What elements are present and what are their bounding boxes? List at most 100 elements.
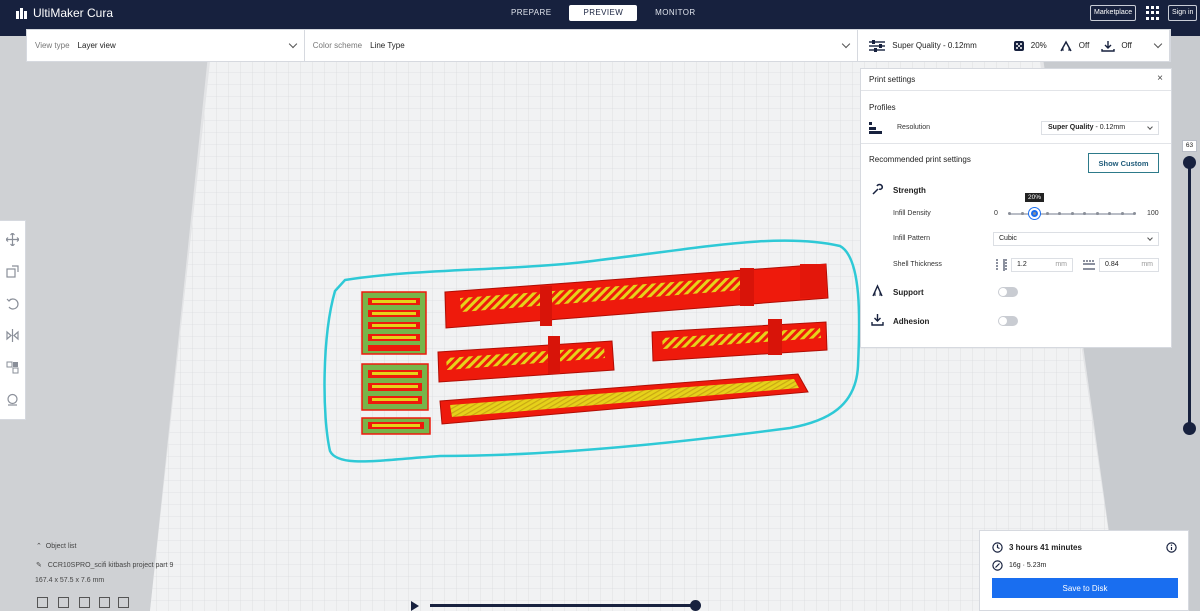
pencil-icon: ✎	[36, 562, 42, 569]
view-top-icon[interactable]	[79, 597, 90, 608]
rotate-icon[interactable]	[6, 297, 19, 310]
panel-title: Print settings	[869, 75, 916, 84]
tab-preview[interactable]: PREVIEW	[569, 5, 638, 21]
object-list-toggle[interactable]: ⌃ Object list	[36, 542, 77, 550]
color-scheme-label: Color scheme	[312, 41, 363, 50]
small-part-3	[361, 417, 431, 435]
tab-prepare[interactable]: PREPARE	[497, 5, 565, 21]
slider-tick	[1058, 212, 1061, 215]
view-type-label: View type	[35, 41, 70, 50]
layer-slider-bottom-handle[interactable]	[1183, 422, 1196, 435]
print-time: 3 hours 41 minutes	[1009, 543, 1082, 552]
slider-tick	[1120, 212, 1124, 215]
marketplace-button[interactable]: Marketplace	[1090, 5, 1137, 21]
material-usage: 16g · 5.23m	[1009, 562, 1047, 569]
support-blocker-icon[interactable]	[6, 393, 19, 406]
sliders-icon	[869, 39, 886, 52]
view-right-icon[interactable]	[118, 597, 129, 608]
chevron-down-icon	[288, 39, 298, 49]
support-label: Support	[893, 288, 924, 297]
chevron-down-icon	[1147, 124, 1153, 130]
infill-max-label: 100	[1147, 210, 1159, 217]
infill-icon	[1013, 40, 1024, 51]
shell-thickness-label: Shell Thickness	[893, 261, 942, 268]
top-bar: UltiMaker Cura PREPARE PREVIEW MONITOR M…	[0, 0, 1200, 28]
adhesion-toggle[interactable]	[998, 316, 1018, 326]
wall-thickness-value: 1.2	[1017, 261, 1027, 268]
small-part-group-2	[361, 363, 429, 411]
divider	[861, 143, 1171, 144]
infill-min-label: 0	[994, 210, 998, 217]
resolution-icon	[869, 122, 882, 134]
wall-thickness-icon	[996, 259, 1007, 271]
chevron-up-icon: ⌃	[36, 543, 42, 550]
path-slider-track[interactable]	[430, 604, 696, 607]
object-name-row[interactable]: ✎ CCR10SPRO_scifi kitbash project part 9	[36, 561, 173, 569]
view-left-icon[interactable]	[99, 597, 110, 608]
color-scheme-select[interactable]: Color scheme Line Type	[305, 30, 859, 61]
resolution-value-bold: Super Quality	[1048, 124, 1094, 131]
material-spool-icon	[992, 560, 1003, 571]
tab-monitor[interactable]: MONITOR	[641, 5, 709, 21]
profiles-heading: Profiles	[869, 103, 896, 112]
adhesion-label: Adhesion	[893, 317, 930, 326]
object-list-toggle-label: Object list	[45, 543, 77, 550]
mirror-icon[interactable]	[6, 329, 19, 342]
recommended-heading: Recommended print settings	[869, 155, 971, 164]
infill-tooltip: 20%	[1025, 193, 1045, 202]
support-icon	[872, 284, 883, 297]
print-settings-panel: Print settings × Profiles Resolution Sup…	[860, 68, 1172, 348]
infill-density-label: Infill Density	[893, 210, 931, 217]
support-summary: Off	[1078, 41, 1090, 50]
save-to-disk-button[interactable]: Save to Disk	[992, 578, 1178, 598]
infill-summary: 20%	[1030, 41, 1047, 50]
adhesion-icon	[1101, 40, 1116, 52]
slider-tick	[1083, 212, 1086, 215]
path-slider-handle[interactable]	[690, 600, 701, 611]
view-3d-icon[interactable]	[37, 597, 48, 608]
scale-icon[interactable]	[6, 265, 19, 278]
panel-header: Print settings ×	[861, 69, 1171, 91]
resolution-select[interactable]: Super Quality - 0.12mm	[1041, 121, 1159, 135]
view-front-icon[interactable]	[58, 597, 69, 608]
slider-tick	[1095, 212, 1099, 215]
resolution-label: Resolution	[897, 124, 931, 131]
stage-tabs: PREPARE PREVIEW MONITOR	[497, 5, 710, 21]
slider-tick	[1033, 212, 1036, 215]
layer-slider-track[interactable]	[1188, 162, 1191, 428]
infill-pattern-value: Cubic	[999, 235, 1017, 242]
infill-pattern-select[interactable]: Cubic	[993, 232, 1159, 246]
close-icon[interactable]: ×	[1157, 74, 1163, 84]
chevron-down-icon	[1147, 235, 1153, 241]
current-layer-input[interactable]: 63	[1182, 140, 1197, 152]
sign-in-button[interactable]: Sign in	[1168, 5, 1198, 21]
color-scheme-value: Line Type	[370, 41, 405, 50]
support-icon	[1060, 40, 1072, 51]
tool-strip	[0, 220, 26, 420]
show-custom-button[interactable]: Show Custom	[1088, 153, 1159, 173]
print-settings-summary[interactable]: Super Quality - 0.12mm 20% Off Off	[858, 30, 1171, 61]
resolution-value-rest: - 0.12mm	[1093, 124, 1126, 131]
support-toggle[interactable]	[998, 287, 1018, 297]
object-file-name: CCR10SPRO_scifi kitbash project part 9	[47, 562, 174, 569]
unit-mm: mm	[1055, 261, 1067, 268]
slider-tick	[1108, 212, 1111, 215]
move-icon[interactable]	[6, 233, 19, 246]
info-icon[interactable]	[1166, 542, 1177, 553]
slider-tick	[1070, 212, 1074, 215]
slider-tick	[1133, 212, 1136, 215]
top-bottom-thickness-input[interactable]: 0.84 mm	[1099, 258, 1159, 272]
slider-tick	[1045, 212, 1049, 215]
adhesion-icon	[871, 314, 884, 326]
chevron-down-icon	[1153, 39, 1163, 49]
layer-slider-top-handle[interactable]	[1183, 156, 1196, 169]
wrench-icon	[872, 183, 883, 195]
apps-grid-icon[interactable]	[1146, 6, 1160, 20]
wall-thickness-input[interactable]: 1.2 mm	[1011, 258, 1073, 272]
play-icon[interactable]	[411, 601, 419, 611]
unit-mm: mm	[1141, 261, 1153, 268]
view-type-select[interactable]: View type Layer view	[27, 30, 305, 61]
view-toolbar: View type Layer view Color scheme Line T…	[26, 29, 1171, 62]
print-output-card: 3 hours 41 minutes 16g · 5.23m Save to D…	[979, 530, 1189, 611]
per-model-settings-icon[interactable]	[6, 361, 19, 374]
